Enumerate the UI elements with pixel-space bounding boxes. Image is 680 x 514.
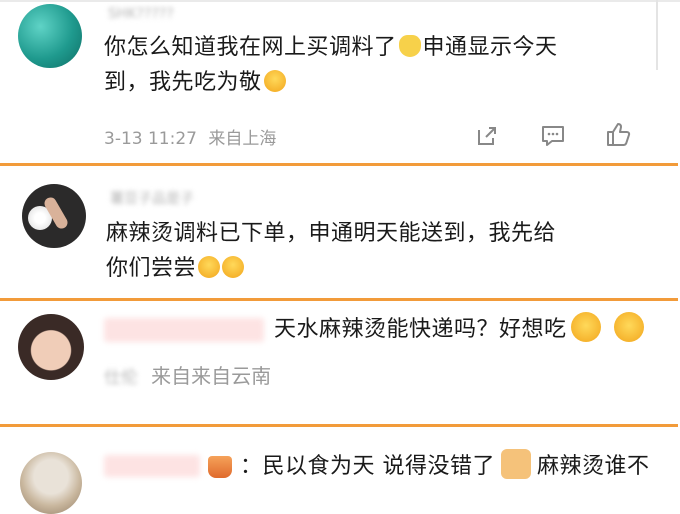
like-icon[interactable] <box>604 120 632 148</box>
excited-emoji-icon <box>222 256 245 278</box>
share-icon[interactable] <box>473 122 501 150</box>
username-redacted <box>104 455 200 477</box>
location: 来自上海 <box>208 129 277 149</box>
comment-text: 麻辣烫调料已下单，申通明天能送到，我先给 你们尝尝 <box>106 221 557 281</box>
heart-eyes-emoji-icon <box>614 312 645 342</box>
divider <box>0 163 678 166</box>
heart-eyes-emoji-icon <box>570 312 601 342</box>
thumbs-up-emoji-icon <box>501 449 531 479</box>
location: 来自来自云南 <box>151 364 272 388</box>
comment-text: ：民以食为天 说得没错了 麻辣烫谁不 <box>240 449 650 484</box>
comment-text: 你怎么知道我在网上买调料了 申通显示今天 到，我先吃为敬 <box>104 35 558 95</box>
avatar[interactable] <box>18 314 84 380</box>
comment-icon[interactable] <box>539 122 567 150</box>
comment-meta: 3-13 11:27 来自上海 <box>104 124 276 149</box>
username[interactable]: SHK????? <box>108 6 174 22</box>
timestamp: 3-13 11:27 <box>104 129 197 149</box>
comment-text: 天水麻辣烫能快递吗？好想吃 <box>274 312 645 347</box>
cat-emoji-icon <box>398 35 421 57</box>
avatar[interactable] <box>22 184 86 248</box>
divider <box>0 424 678 427</box>
top-edge <box>0 0 680 2</box>
excited-emoji-icon <box>198 256 221 278</box>
crown-badge-icon <box>208 456 232 478</box>
right-edge <box>656 0 658 70</box>
scared-emoji-icon <box>263 70 286 92</box>
avatar[interactable] <box>20 452 82 514</box>
comment-meta: 仕伦 来自来自云南 <box>104 360 271 389</box>
meta-blurred: 仕伦 <box>104 368 138 388</box>
avatar[interactable] <box>18 4 82 68</box>
divider <box>0 298 678 301</box>
username-redacted <box>104 318 264 342</box>
username[interactable]: 薯豆子品是子 <box>110 188 194 208</box>
